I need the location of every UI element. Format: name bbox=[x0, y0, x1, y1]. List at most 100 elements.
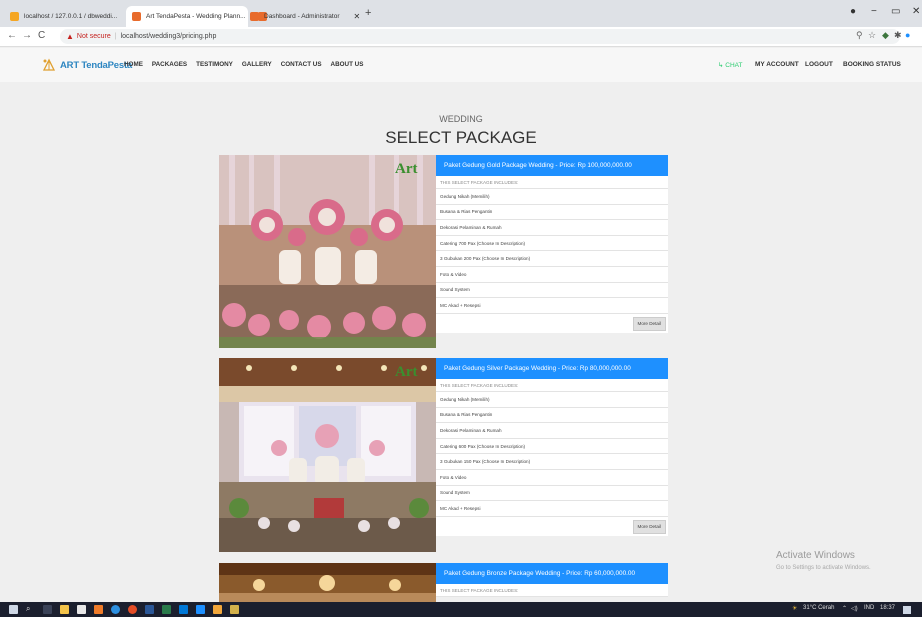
gold-decoration-image bbox=[219, 155, 436, 348]
package-info: Paket Gedung Gold Package Wedding - Pric… bbox=[436, 155, 668, 333]
package-title[interactable]: Paket Gedung Silver Package Wedding - Pr… bbox=[436, 358, 668, 379]
excel-icon[interactable] bbox=[162, 605, 171, 614]
site-logo[interactable]: ART TendaPesta bbox=[42, 58, 132, 72]
windows-taskbar: ⌕ ☀ 31°C Cerah ⌃ ◁) IND 18:37 bbox=[0, 602, 922, 617]
my-account-link[interactable]: MY ACCOUNT bbox=[755, 61, 799, 68]
art-logo-icon: Art bbox=[395, 161, 418, 177]
profile-icon[interactable]: ● bbox=[850, 6, 856, 17]
app-icon[interactable] bbox=[213, 605, 222, 614]
close-tab-icon[interactable]: ✕ bbox=[117, 12, 122, 21]
word-icon[interactable] bbox=[145, 605, 154, 614]
browser-tab[interactable]: Dashboard - Administrator ✕ bbox=[250, 6, 360, 27]
package-item: 3 Gubukan 200 Pax (Choose In Description… bbox=[436, 251, 668, 267]
package-info: Paket Gedung Bronze Package Wedding - Pr… bbox=[436, 563, 668, 597]
logout-link[interactable]: LOGOUT bbox=[805, 61, 833, 68]
vscode-icon[interactable] bbox=[196, 605, 205, 614]
web-page: ART TendaPesta HOME PACKAGES TESTIMONY G… bbox=[0, 48, 922, 602]
file-explorer-icon[interactable] bbox=[60, 605, 69, 614]
tab-title: localhost / 127.0.0.1 / dbweddi... bbox=[24, 13, 118, 20]
weather-text[interactable]: 31°C Cerah bbox=[803, 605, 834, 611]
package-item: Busana & Rias Pengantin bbox=[436, 408, 668, 424]
menu-home[interactable]: HOME bbox=[124, 61, 143, 68]
activate-windows-title: Activate Windows bbox=[776, 550, 855, 561]
site-navbar: ART TendaPesta HOME PACKAGES TESTIMONY G… bbox=[0, 48, 922, 82]
package-item: Gedung Nikah (Memilih) bbox=[436, 392, 668, 408]
package-image: Art bbox=[219, 155, 436, 348]
address-toolbar: ← → C ▲ Not secure | localhost/wedding3/… bbox=[0, 27, 922, 47]
volume-icon[interactable]: ◁) bbox=[851, 605, 858, 612]
silver-decoration-image bbox=[219, 358, 436, 552]
includes-label: THIS SELECT PACKAGE INCLUDES: bbox=[436, 584, 668, 597]
notifications-icon[interactable] bbox=[903, 606, 911, 614]
menu-about-us[interactable]: ABOUT US bbox=[331, 61, 364, 68]
package-item: Sound System bbox=[436, 486, 668, 502]
chrome-icon[interactable] bbox=[128, 605, 137, 614]
art-logo-icon: Art bbox=[395, 364, 418, 380]
tab-title: Dashboard - Administrator bbox=[264, 13, 340, 20]
more-detail-button[interactable]: More Detail bbox=[632, 519, 666, 534]
back-icon[interactable]: ← bbox=[7, 30, 17, 41]
close-window-button[interactable]: ✕ bbox=[912, 6, 920, 17]
browser-tab-active[interactable]: Art TendaPesta - Wedding Plann... ✕ bbox=[126, 6, 248, 27]
package-item: MC Akad + Resepsi bbox=[436, 298, 668, 314]
clock[interactable]: 18:37 bbox=[880, 605, 895, 611]
app-icon[interactable] bbox=[179, 605, 188, 614]
includes-label: THIS SELECT PACKAGE INCLUDES: bbox=[436, 379, 668, 392]
weather-icon: ☀ bbox=[792, 606, 798, 612]
extensions-puzzle-icon[interactable]: ✱ bbox=[894, 30, 902, 41]
task-view-icon[interactable] bbox=[43, 605, 52, 614]
package-info: Paket Gedung Silver Package Wedding - Pr… bbox=[436, 358, 668, 536]
url-bar[interactable]: ▲ Not secure | localhost/wedding3/pricin… bbox=[60, 29, 900, 44]
language-indicator[interactable]: IND bbox=[864, 605, 874, 611]
tent-logo-icon bbox=[42, 58, 56, 71]
search-icon[interactable]: ⌕ bbox=[26, 604, 35, 613]
package-item: Catering 700 Pax (Choose In Description) bbox=[436, 236, 668, 252]
package-image bbox=[219, 563, 436, 602]
bookmark-star-icon[interactable]: ☆ bbox=[868, 30, 876, 41]
package-item: MC Akad + Resepsi bbox=[436, 501, 668, 517]
package-item: Busana & Rias Pengantin bbox=[436, 205, 668, 221]
maximize-button[interactable]: ▭ bbox=[891, 6, 900, 17]
logo-text: ART TendaPesta bbox=[60, 59, 132, 71]
menu-packages[interactable]: PACKAGES bbox=[152, 61, 187, 68]
package-item: Gedung Nikah (Memilih) bbox=[436, 189, 668, 205]
menu-contact-us[interactable]: CONTACT US bbox=[281, 61, 322, 68]
forward-icon[interactable]: → bbox=[22, 30, 32, 41]
phpmyadmin-icon bbox=[10, 12, 19, 21]
package-item: 3 Gubukan 150 Pax (Choose In Description… bbox=[436, 454, 668, 470]
tray-up-arrow-icon[interactable]: ⌃ bbox=[842, 605, 847, 612]
includes-label: THIS SELECT PACKAGE INCLUDES: bbox=[436, 176, 668, 189]
close-tab-icon[interactable]: ✕ bbox=[354, 12, 361, 21]
package-card-bronze: Paket Gedung Bronze Package Wedding - Pr… bbox=[219, 563, 668, 602]
activate-windows-subtitle: Go to Settings to activate Windows. bbox=[776, 565, 871, 571]
zoom-icon[interactable]: ⚲ bbox=[856, 30, 863, 41]
package-item: Dekorasi Pelaminan & Rumah bbox=[436, 423, 668, 439]
bronze-decoration-image bbox=[219, 563, 436, 602]
booking-status-link[interactable]: BOOKING STATUS bbox=[843, 61, 901, 68]
chat-link[interactable]: ↳ CHAT bbox=[718, 61, 742, 69]
package-card-gold: Art Paket Gedung Gold Package Wedding - … bbox=[219, 155, 668, 348]
extension-icon[interactable]: ◆ bbox=[882, 30, 889, 41]
menu-testimony[interactable]: TESTIMONY bbox=[196, 61, 233, 68]
more-detail-button[interactable]: More Detail bbox=[632, 316, 666, 331]
package-title[interactable]: Paket Gedung Bronze Package Wedding - Pr… bbox=[436, 563, 668, 584]
package-item: Catering 600 Pax (Choose In Description) bbox=[436, 439, 668, 455]
xampp-icon[interactable] bbox=[94, 605, 103, 614]
main-menu: HOME PACKAGES TESTIMONY GALLERY CONTACT … bbox=[124, 61, 363, 68]
browser-tab[interactable]: localhost / 127.0.0.1 / dbweddi... ✕ bbox=[4, 6, 122, 27]
package-item: Foto & Video bbox=[436, 470, 668, 486]
menu-gallery[interactable]: GALLERY bbox=[242, 61, 272, 68]
app-icon[interactable] bbox=[230, 605, 239, 614]
package-item: Dekorasi Pelaminan & Rumah bbox=[436, 220, 668, 236]
minimize-button[interactable]: − bbox=[871, 6, 877, 17]
reload-icon[interactable]: C bbox=[38, 30, 45, 41]
store-icon[interactable] bbox=[77, 605, 86, 614]
package-title[interactable]: Paket Gedung Gold Package Wedding - Pric… bbox=[436, 155, 668, 176]
edge-icon[interactable] bbox=[111, 605, 120, 614]
package-item: Foto & Video bbox=[436, 267, 668, 283]
new-tab-button[interactable]: + bbox=[365, 7, 371, 19]
account-icon[interactable]: ● bbox=[905, 30, 910, 40]
tab-title: Art TendaPesta - Wedding Plann... bbox=[146, 13, 246, 20]
package-item: Sound System bbox=[436, 283, 668, 299]
windows-start-icon[interactable] bbox=[9, 605, 18, 614]
